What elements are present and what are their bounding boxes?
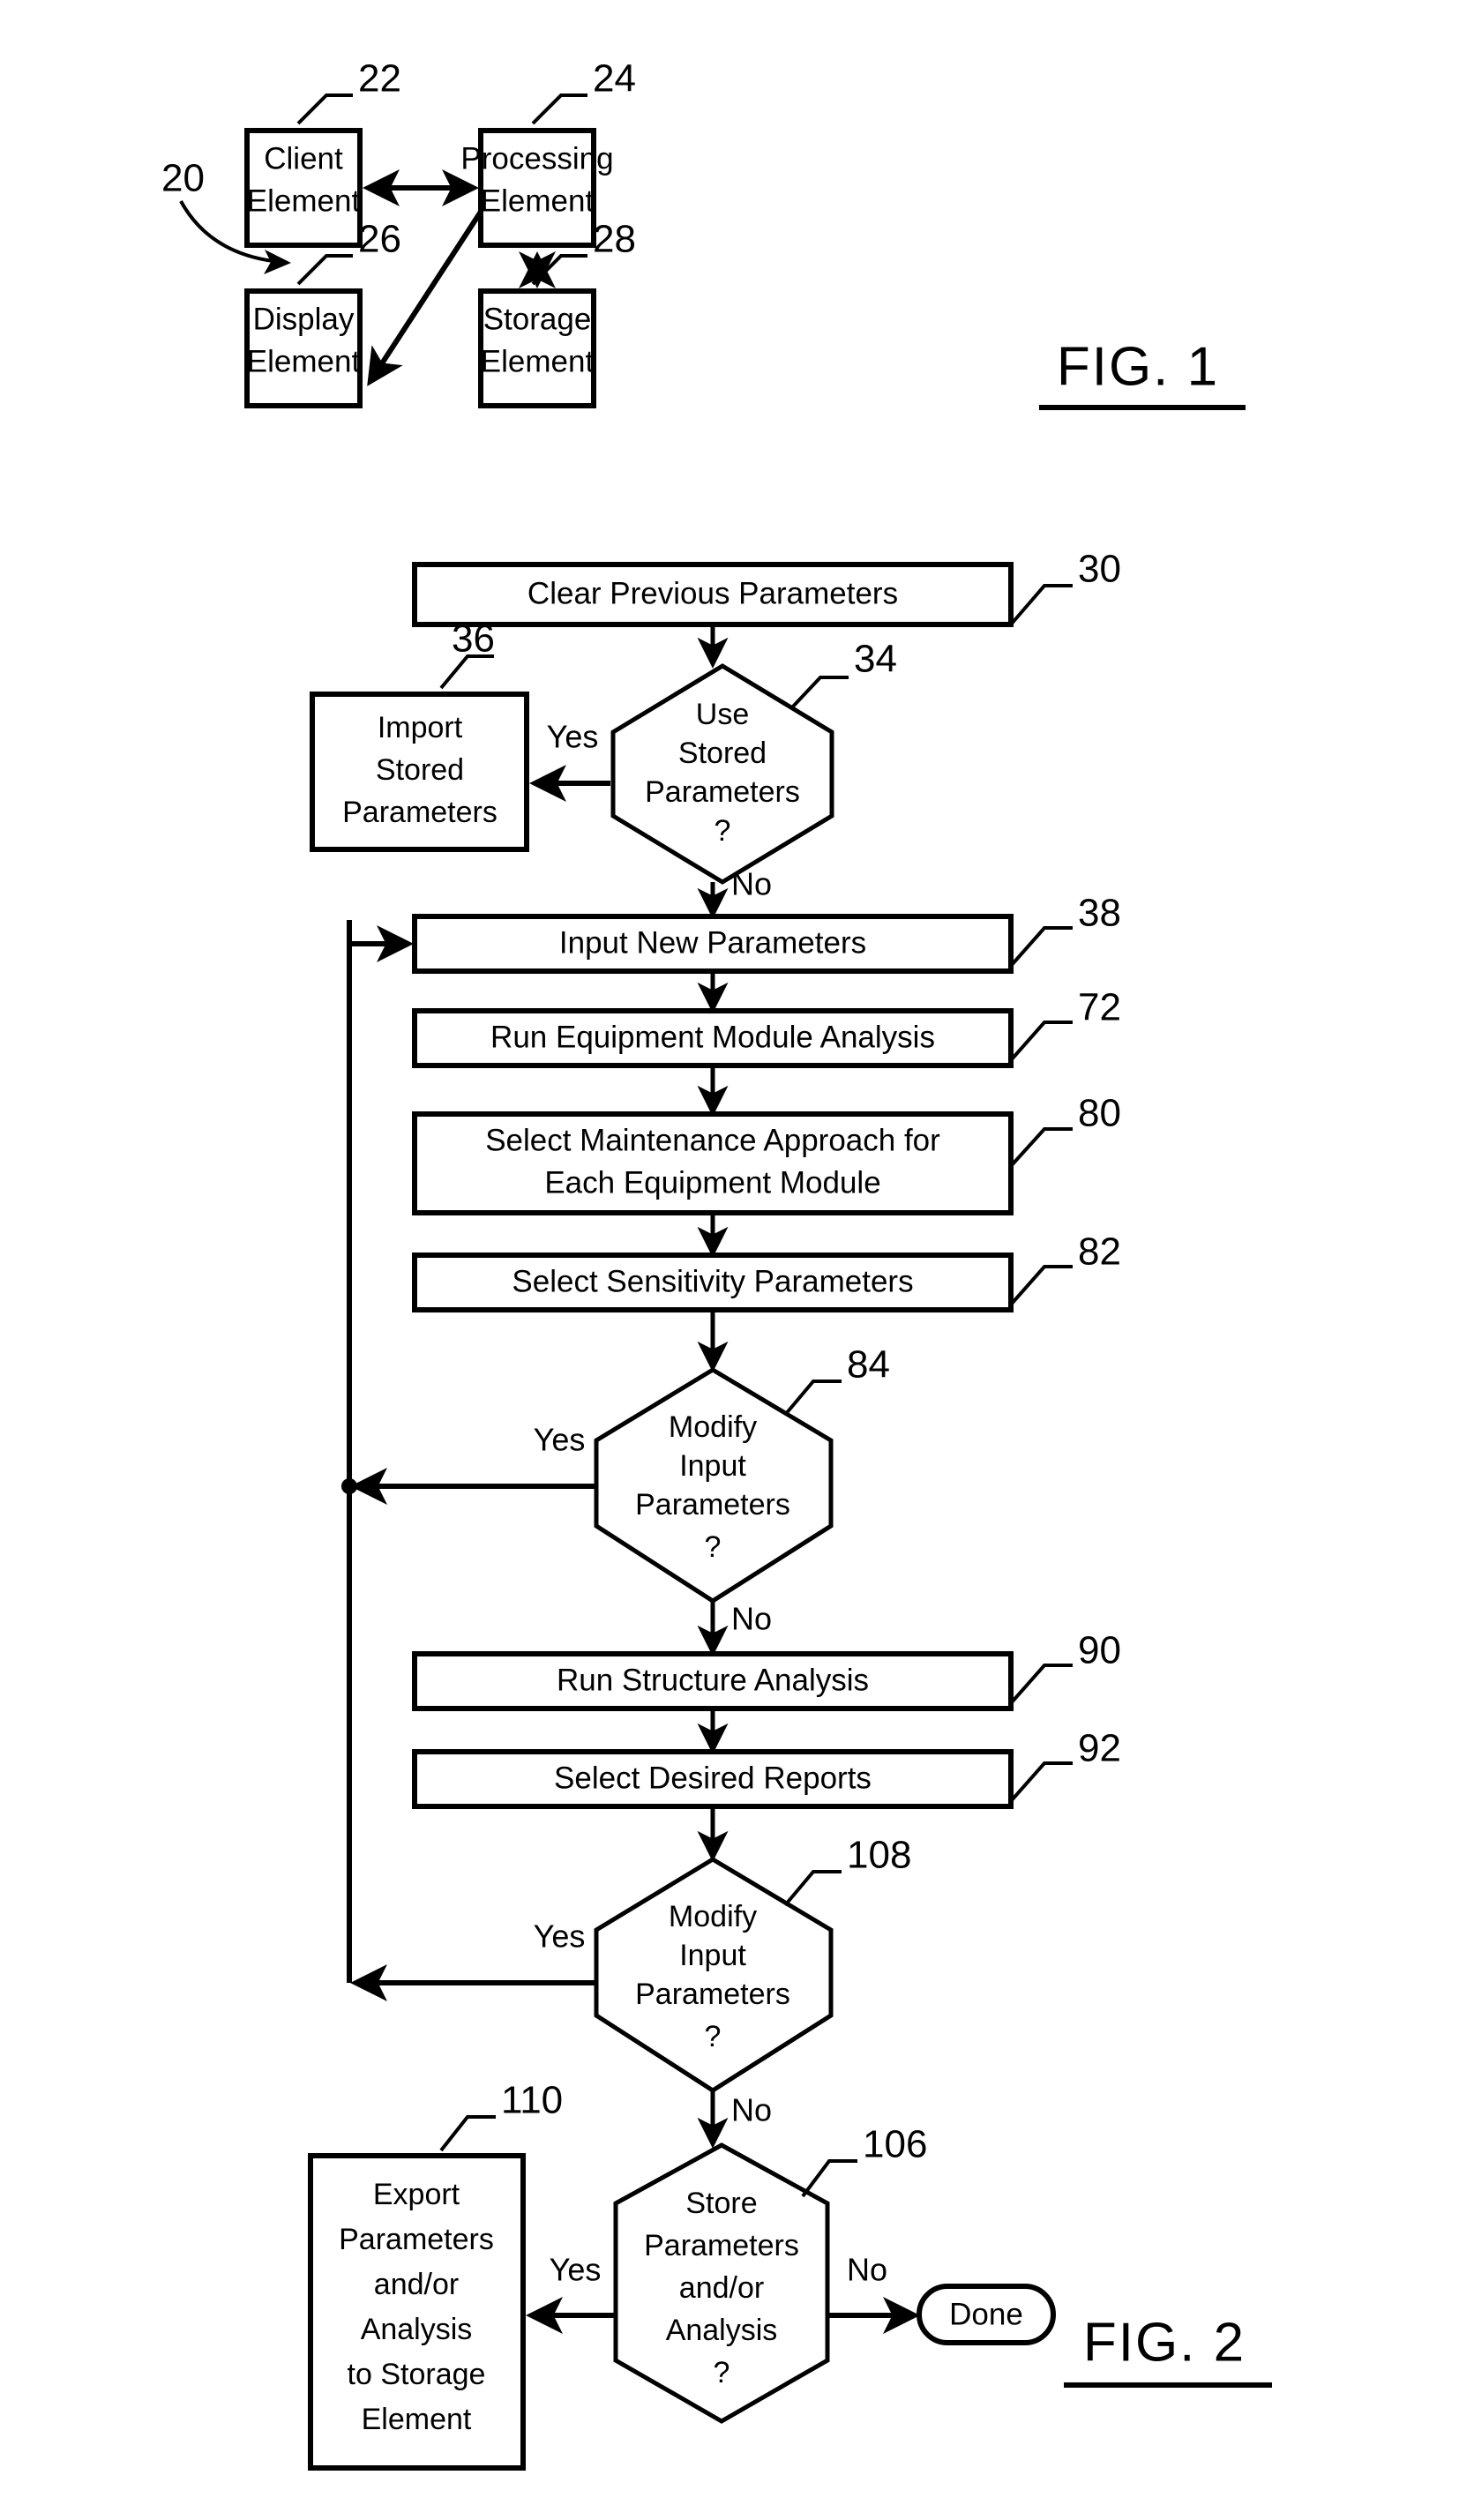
fig2-branch-n34-yes: Yes — [547, 719, 599, 755]
fig1-display-element-line-2: Element — [247, 344, 361, 378]
ref-82-leader — [1009, 1265, 1073, 1306]
ref-72-label: 72 — [1078, 986, 1121, 1029]
fig2-n34-line-4: ? — [715, 814, 731, 848]
fig2-n110-line-2: Parameters — [339, 2223, 494, 2256]
ref-20-label: 20 — [161, 157, 205, 200]
fig2-n84-line-2: Input — [679, 1449, 746, 1483]
ref-36-label: 36 — [452, 617, 495, 661]
fig1-storage-element-line-2: Element — [481, 344, 595, 378]
fig2-branch-n84-yes: Yes — [534, 1422, 586, 1458]
ref-108-label: 108 — [847, 1834, 911, 1877]
figure-1-group: 20 Client Element 22 Processing Element … — [161, 57, 1246, 410]
ref-28-leader — [531, 254, 587, 286]
ref-26-label: 26 — [358, 218, 401, 261]
ref-108-leader — [783, 1870, 842, 1907]
ref-92-label: 92 — [1078, 1727, 1121, 1770]
fig2-n108-line-1: Modify — [669, 1900, 757, 1933]
fig2-n106-line-2: Parameters — [644, 2229, 799, 2262]
fig2-n108-line-4: ? — [705, 2020, 722, 2053]
fig2-n110-line-1: Export — [373, 2178, 460, 2211]
fig2-n80-line-1: Select Maintenance Approach for — [485, 1123, 940, 1157]
fig2-n34-line-1: Use — [696, 698, 749, 731]
fig2-n72-label: Run Equipment Module Analysis — [490, 1020, 935, 1054]
patent-drawing-sheet: 20 Client Element 22 Processing Element … — [0, 0, 1459, 2520]
ref-30-leader — [1009, 584, 1073, 626]
fig2-n106-line-5: ? — [714, 2356, 730, 2389]
ref-106-leader — [801, 2159, 857, 2198]
fig2-n34-line-3: Parameters — [645, 775, 800, 809]
fig2-n80-line-2: Each Equipment Module — [544, 1165, 880, 1200]
fig2-n36-line-2: Stored — [376, 753, 464, 787]
patent-figures-svg: 20 Client Element 22 Processing Element … — [161, 57, 1272, 2471]
ref-92-leader — [1009, 1761, 1073, 1803]
fig2-n110-line-4: Analysis — [361, 2313, 473, 2346]
fig2-n30-label: Clear Previous Parameters — [527, 576, 898, 610]
fig1-processing-element-line-2: Element — [481, 183, 595, 218]
fig2-n84-line-1: Modify — [669, 1410, 757, 1444]
ref-84-label: 84 — [847, 1343, 890, 1387]
ref-34-leader — [790, 676, 849, 709]
ref-72-leader — [1009, 1021, 1073, 1062]
fig2-n84-line-3: Parameters — [635, 1488, 790, 1522]
fig1-display-element-line-1: Display — [253, 302, 355, 336]
fig2-n106-line-1: Store — [685, 2187, 757, 2220]
fig2-n108-line-3: Parameters — [635, 1978, 790, 2011]
fig2-n84-line-4: ? — [705, 1530, 722, 1564]
fig2-n36-line-3: Parameters — [342, 796, 498, 829]
figure-2-label: FIG. 2 — [1083, 2312, 1246, 2373]
fig2-n108-line-2: Input — [679, 1939, 746, 1972]
fig1-processing-element-line-1: Processing — [460, 141, 613, 176]
ref-26-leader — [296, 254, 353, 286]
ref-80-label: 80 — [1078, 1092, 1121, 1135]
fig2-n34-line-2: Stored — [678, 737, 767, 770]
ref-110-leader — [439, 2115, 496, 2152]
figure-1-label: FIG. 1 — [1057, 336, 1219, 397]
fig2-n38-label: Input New Parameters — [559, 925, 866, 960]
ref-22-leader — [296, 93, 353, 125]
fig2-branch-n106-no: No — [847, 2252, 887, 2288]
fig2-n106-line-4: Analysis — [666, 2314, 778, 2347]
ref-24-leader — [531, 93, 587, 125]
ref-24-label: 24 — [593, 57, 636, 101]
fig1-storage-element-line-1: Storage — [483, 302, 592, 336]
ref-36-leader — [439, 654, 494, 690]
fig2-branch-n34-no: No — [731, 866, 772, 902]
fig2-n36-line-1: Import — [378, 711, 463, 744]
ref-22-label: 22 — [358, 57, 401, 101]
ref-34-label: 34 — [854, 638, 897, 681]
fig2-done-label: Done — [949, 2297, 1023, 2331]
ref-38-leader — [1009, 926, 1073, 968]
fig2-n92-label: Select Desired Reports — [554, 1761, 872, 1795]
fig2-n82-label: Select Sensitivity Parameters — [512, 1264, 913, 1298]
ref-30-label: 30 — [1078, 548, 1121, 591]
fig1-client-element-line-1: Client — [264, 141, 343, 176]
ref-106-label: 106 — [863, 2123, 927, 2166]
ref-82-label: 82 — [1078, 1230, 1121, 1274]
figure-2-group: Clear Previous Parameters 30 Use Stored … — [308, 548, 1272, 2471]
fig2-n106-line-3: and/or — [679, 2271, 764, 2305]
fig2-n90-label: Run Structure Analysis — [557, 1663, 869, 1697]
fig2-n110-line-6: Element — [362, 2403, 472, 2436]
fig2-branch-n108-no: No — [731, 2092, 772, 2128]
ref-80-leader — [1009, 1127, 1073, 1168]
fig2-feedback-junction-n84 — [341, 1478, 357, 1494]
ref-110-label: 110 — [501, 2079, 563, 2122]
ref-38-label: 38 — [1078, 892, 1121, 935]
fig2-n110-line-5: to Storage — [348, 2358, 486, 2391]
ref-28-label: 28 — [593, 218, 636, 261]
fig2-branch-n106-yes: Yes — [550, 2252, 602, 2288]
ref-90-leader — [1009, 1664, 1073, 1705]
fig2-n110-line-3: and/or — [374, 2268, 459, 2301]
ref-84-leader — [783, 1380, 842, 1417]
fig1-client-element-line-2: Element — [247, 183, 361, 218]
fig2-branch-n84-no: No — [731, 1601, 772, 1637]
ref-90-label: 90 — [1078, 1629, 1121, 1672]
fig2-branch-n108-yes: Yes — [534, 1918, 586, 1955]
